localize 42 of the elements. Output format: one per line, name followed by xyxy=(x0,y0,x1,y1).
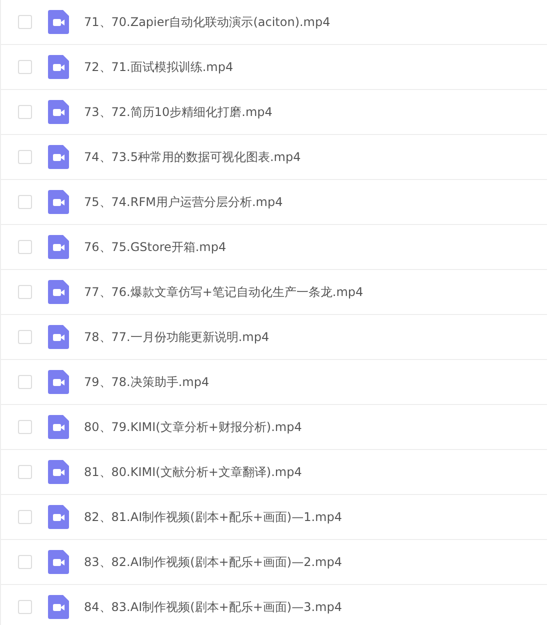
file-name[interactable]: 75、74.RFM用户运营分层分析.mp4 xyxy=(84,194,283,210)
video-file-icon xyxy=(48,415,69,439)
video-file-icon xyxy=(48,280,69,304)
video-file-icon xyxy=(48,505,69,529)
checkbox[interactable] xyxy=(18,105,32,119)
file-name[interactable]: 77、76.爆款文章仿写+笔记自动化生产一条龙.mp4 xyxy=(84,284,364,300)
file-name[interactable]: 76、75.GStore开箱.mp4 xyxy=(84,238,226,256)
file-name[interactable]: 80、79.KIMI(文章分析+财报分析).mp4 xyxy=(84,418,302,436)
file-name[interactable]: 83、82.AI制作视频(剧本+配乐+画面)—2.mp4 xyxy=(84,554,342,570)
checkbox[interactable] xyxy=(18,60,32,74)
checkbox[interactable] xyxy=(18,375,32,389)
checkbox[interactable] xyxy=(18,510,32,524)
file-name[interactable]: 74、73.5种常用的数据可视化图表.mp4 xyxy=(84,148,301,166)
file-name[interactable]: 72、71.面试模拟训练.mp4 xyxy=(84,58,234,76)
file-name[interactable]: 73、72.简历10步精细化打磨.mp4 xyxy=(84,104,272,120)
video-file-icon xyxy=(48,145,69,169)
file-name[interactable]: 79、78.决策助手.mp4 xyxy=(84,374,210,390)
checkbox[interactable] xyxy=(18,15,32,29)
checkbox[interactable] xyxy=(18,555,32,569)
checkbox[interactable] xyxy=(18,195,32,209)
file-name[interactable]: 71、70.Zapier自动化联动演示(aciton).mp4 xyxy=(84,14,330,30)
file-name[interactable]: 82、81.AI制作视频(剧本+配乐+画面)—1.mp4 xyxy=(84,508,342,526)
video-file-icon xyxy=(48,100,69,124)
checkbox[interactable] xyxy=(18,465,32,479)
checkbox[interactable] xyxy=(18,285,32,299)
checkbox[interactable] xyxy=(18,240,32,254)
video-file-icon xyxy=(48,460,69,484)
video-file-icon xyxy=(48,325,69,349)
file-name[interactable]: 84、83.AI制作视频(剧本+配乐+画面)—3.mp4 xyxy=(84,598,342,616)
checkbox[interactable] xyxy=(18,420,32,434)
video-file-icon xyxy=(48,370,69,394)
file-name[interactable]: 78、77.一月份功能更新说明.mp4 xyxy=(84,328,270,346)
video-file-icon xyxy=(48,190,69,214)
video-file-icon xyxy=(48,10,69,34)
video-file-icon xyxy=(48,55,69,79)
video-file-icon xyxy=(48,595,69,619)
video-file-icon xyxy=(48,235,69,259)
file-name[interactable]: 81、80.KIMI(文献分析+文章翻译).mp4 xyxy=(84,464,302,480)
checkbox[interactable] xyxy=(18,150,32,164)
checkbox[interactable] xyxy=(18,330,32,344)
video-file-icon xyxy=(48,550,69,574)
checkbox[interactable] xyxy=(18,600,32,614)
